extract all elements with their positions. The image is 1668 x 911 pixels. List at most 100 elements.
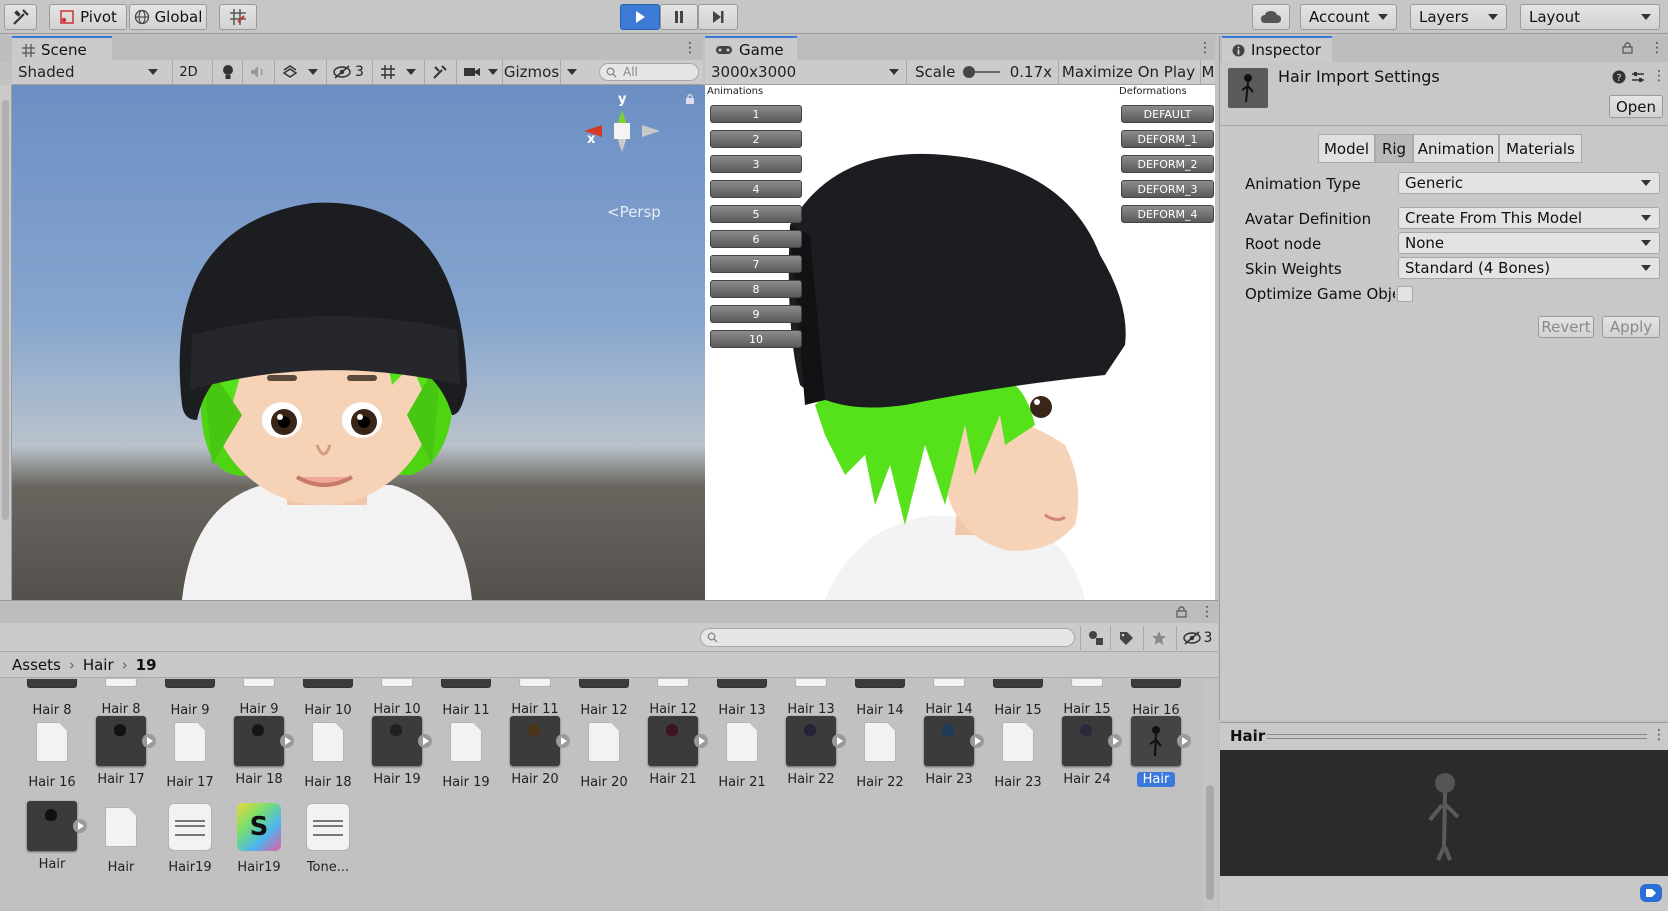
gizmos-button[interactable]: Gizmos <box>502 60 560 84</box>
help-icon[interactable]: ? <box>1612 70 1626 84</box>
expand-arrow-icon[interactable] <box>556 734 570 748</box>
grid-snap-button[interactable] <box>219 4 257 30</box>
asset-item[interactable]: Hair 17 <box>86 716 156 787</box>
search-by-label-button[interactable] <box>1110 626 1140 650</box>
asset-item[interactable]: Hair 18 <box>224 716 294 787</box>
asset-item[interactable]: Hair 16 <box>1121 679 1191 718</box>
inspector-header-menu-icon[interactable]: ⋮ <box>1652 68 1666 84</box>
breadcrumb-19[interactable]: 19 <box>136 656 157 674</box>
project-hidden-toggle[interactable]: 3 <box>1176 626 1218 650</box>
play-button[interactable] <box>620 4 660 30</box>
asset-item[interactable]: Hair 16 <box>17 716 87 790</box>
asset-item[interactable]: Hair 23 <box>983 716 1053 790</box>
deform-button-3[interactable]: DEFORM_3 <box>1121 180 1214 198</box>
account-dropdown[interactable]: Account <box>1300 4 1397 30</box>
camera-toggle[interactable] <box>456 60 486 84</box>
scale-slider[interactable] <box>963 66 1000 78</box>
expand-arrow-icon[interactable] <box>142 734 156 748</box>
tab-materials[interactable]: Materials <box>1499 134 1582 163</box>
truncated-toggle[interactable]: M <box>1200 60 1215 84</box>
layout-dropdown[interactable]: Layout <box>1520 4 1660 30</box>
tab-rig[interactable]: Rig <box>1375 134 1413 163</box>
tab-inspector[interactable]: Inspector <box>1222 36 1332 62</box>
asset-item[interactable]: Hair 22 <box>776 716 846 787</box>
asset-item[interactable]: Hair 24 <box>1052 716 1122 787</box>
animation-button-3[interactable]: 3 <box>710 155 802 173</box>
asset-item[interactable]: Hair 20 <box>569 716 639 790</box>
expand-arrow-icon[interactable] <box>280 734 294 748</box>
asset-item[interactable]: Hair 21 <box>707 716 777 790</box>
animation-button-5[interactable]: 5 <box>710 205 802 223</box>
tab-model[interactable]: Model <box>1318 134 1375 163</box>
scene-menu-icon[interactable]: ⋮ <box>683 40 697 56</box>
asset-item[interactable]: Hair 22 <box>845 716 915 790</box>
tab-animation[interactable]: Animation <box>1413 134 1499 163</box>
resolution-dropdown[interactable]: 3000x3000 <box>705 60 905 84</box>
asset-item[interactable]: Hair 11 <box>500 679 570 717</box>
mode-2d-button[interactable]: 2D <box>172 60 204 84</box>
layers-dropdown[interactable]: Layers <box>1410 4 1507 30</box>
persp-label[interactable]: <Persp <box>607 203 661 221</box>
asset-item[interactable]: Hair 10 <box>293 679 363 718</box>
scale-slider-handle[interactable] <box>963 66 976 78</box>
scene-viewport[interactable]: y x <Persp <box>12 85 705 600</box>
preview-viewport[interactable] <box>1220 750 1668 876</box>
breadcrumb-assets[interactable]: Assets <box>12 656 61 674</box>
asset-item[interactable]: Hair <box>1121 716 1191 787</box>
asset-item[interactable]: Hair 13 <box>707 679 777 718</box>
apply-button[interactable]: Apply <box>1602 316 1660 338</box>
asset-item[interactable]: Hair 14 <box>914 679 984 717</box>
animation-button-6[interactable]: 6 <box>710 230 802 248</box>
lock-icon[interactable] <box>685 93 695 105</box>
pivot-button[interactable]: Pivot <box>49 4 127 30</box>
effects-toggle[interactable] <box>274 60 304 84</box>
root-node-dropdown[interactable]: None <box>1398 232 1660 254</box>
asset-item[interactable]: Hair 8 <box>17 679 87 718</box>
effects-dropdown[interactable] <box>304 60 322 84</box>
grid-toggle[interactable] <box>372 60 402 84</box>
grid-dropdown[interactable] <box>402 60 420 84</box>
deform-button-4[interactable]: DEFORM_4 <box>1121 205 1214 223</box>
inspector-menu-icon[interactable]: ⋮ <box>1650 40 1664 56</box>
animation-button-9[interactable]: 9 <box>710 305 802 323</box>
asset-item[interactable]: Hair 23 <box>914 716 984 787</box>
gizmos-dropdown[interactable] <box>560 60 582 84</box>
asset-item[interactable]: Tone... <box>293 801 363 875</box>
animation-button-4[interactable]: 4 <box>710 180 802 198</box>
optimize-game-objects-checkbox[interactable] <box>1397 286 1413 302</box>
breadcrumb-hair[interactable]: Hair <box>83 656 114 674</box>
animation-button-7[interactable]: 7 <box>710 255 802 273</box>
asset-item[interactable]: Hair 18 <box>293 716 363 790</box>
asset-item[interactable]: Hair 15 <box>983 679 1053 718</box>
asset-item[interactable]: S Hair19 <box>224 801 294 875</box>
animation-button-2[interactable]: 2 <box>710 130 802 148</box>
lock-icon[interactable] <box>1622 41 1633 54</box>
tools-button[interactable] <box>4 4 37 30</box>
asset-item[interactable]: Hair19 <box>155 801 225 875</box>
tab-scene[interactable]: Scene <box>12 36 112 62</box>
step-button[interactable] <box>698 4 738 30</box>
scale-control[interactable]: Scale 0.17x <box>906 60 1052 84</box>
asset-label-icon[interactable] <box>1640 884 1662 902</box>
asset-item[interactable]: Hair <box>86 801 156 875</box>
expand-arrow-icon[interactable] <box>1177 734 1191 748</box>
asset-item[interactable]: Hair 10 <box>362 679 432 717</box>
game-menu-icon[interactable]: ⋮ <box>1198 40 1212 56</box>
camera-dropdown[interactable] <box>486 60 500 84</box>
asset-item[interactable]: Hair 15 <box>1052 679 1122 717</box>
open-button[interactable]: Open <box>1609 95 1663 118</box>
project-menu-icon[interactable]: ⋮ <box>1200 604 1214 620</box>
skin-weights-dropdown[interactable]: Standard (4 Bones) <box>1398 257 1660 279</box>
asset-item[interactable]: Hair 19 <box>362 716 432 787</box>
asset-item[interactable]: Hair 9 <box>224 679 294 717</box>
expand-arrow-icon[interactable] <box>832 734 846 748</box>
preview-menu-icon[interactable]: ⋮ <box>1652 727 1666 743</box>
lighting-toggle[interactable] <box>212 60 242 84</box>
deform-button-1[interactable]: DEFORM_1 <box>1121 130 1214 148</box>
expand-arrow-icon[interactable] <box>418 734 432 748</box>
search-by-type-button[interactable] <box>1080 626 1110 650</box>
deform-button-default[interactable]: DEFAULT <box>1121 105 1214 123</box>
asset-item[interactable]: Hair 19 <box>431 716 501 790</box>
asset-item[interactable]: Hair <box>17 801 87 872</box>
asset-item[interactable]: Hair 21 <box>638 716 708 787</box>
